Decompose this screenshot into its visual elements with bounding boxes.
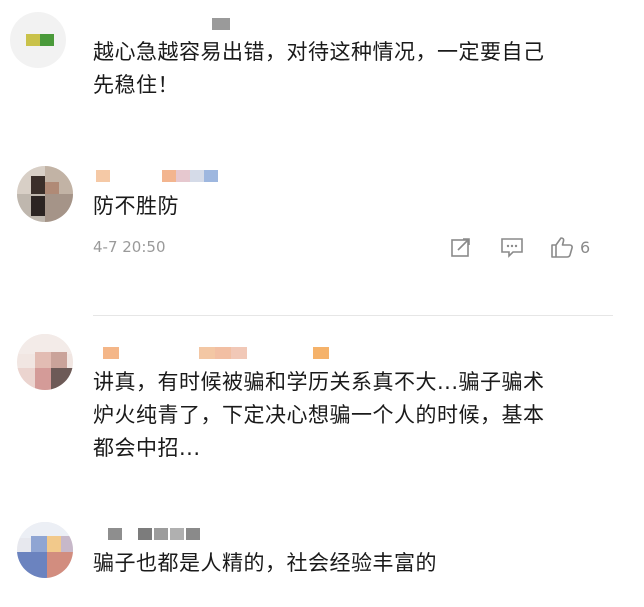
comment-icon	[501, 238, 523, 258]
comment-text-line: 炉火纯青了，下定决心想骗一个人的时候，基本	[93, 403, 545, 427]
comment-text-line: 防不胜防	[93, 194, 179, 218]
comment-text-line: 讲真，有时候被骗和学历关系真不大...骗子骗术	[93, 370, 545, 394]
reply-button[interactable]	[500, 236, 524, 258]
username-redacted[interactable]	[108, 528, 208, 542]
comment-text-line: 都会中招...	[93, 436, 201, 460]
share-button[interactable]	[450, 236, 472, 258]
avatar[interactable]	[10, 12, 66, 68]
avatar[interactable]	[17, 522, 73, 578]
like-icon	[551, 237, 573, 258]
username-redacted[interactable]	[103, 347, 333, 361]
avatar[interactable]	[17, 334, 73, 390]
username-redacted[interactable]	[96, 170, 236, 184]
divider	[93, 315, 613, 316]
comment-text-line: 先稳住！	[93, 73, 179, 97]
comment-timestamp: 4-7 20:50	[93, 238, 166, 256]
like-count: 6	[580, 238, 591, 257]
comment-text-line: 骗子也都是人精的，社会经验丰富的	[93, 551, 437, 575]
avatar[interactable]	[17, 166, 73, 222]
share-icon	[451, 238, 470, 257]
like-button[interactable]: 6	[550, 235, 590, 259]
comment-text-line: 越心急越容易出错，对待这种情况，一定要自己	[93, 40, 545, 64]
